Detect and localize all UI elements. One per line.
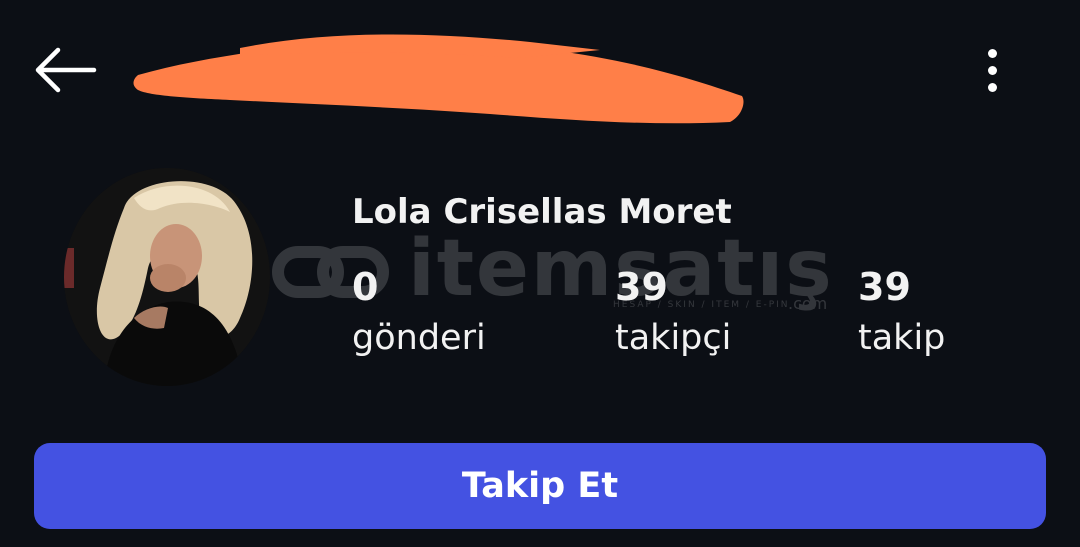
redaction-scribble [133, 34, 744, 124]
back-button[interactable] [28, 40, 104, 100]
more-options-button[interactable] [970, 42, 1014, 98]
more-vertical-icon [987, 48, 997, 58]
stat-following[interactable]: 39 takip [858, 264, 945, 366]
display-name: Lola Crisellas Moret [352, 192, 732, 232]
posts-count: 0 [352, 265, 379, 309]
followers-label: takipçi [615, 318, 732, 358]
profile-photo [64, 168, 270, 386]
followers-count: 39 [615, 265, 668, 309]
follow-button[interactable]: Takip Et [34, 443, 1046, 529]
posts-label: gönderi [352, 318, 486, 358]
arrow-left-icon [35, 47, 97, 93]
stat-posts[interactable]: 0 gönderi [352, 264, 486, 366]
profile-screen: la [0, 0, 1080, 547]
following-count: 39 [858, 265, 911, 309]
watermark-domain: .com [788, 294, 828, 313]
avatar[interactable] [64, 168, 270, 386]
stat-followers[interactable]: 39 takipçi [615, 264, 731, 366]
username-title: la [130, 30, 750, 130]
following-label: takip [858, 318, 946, 358]
